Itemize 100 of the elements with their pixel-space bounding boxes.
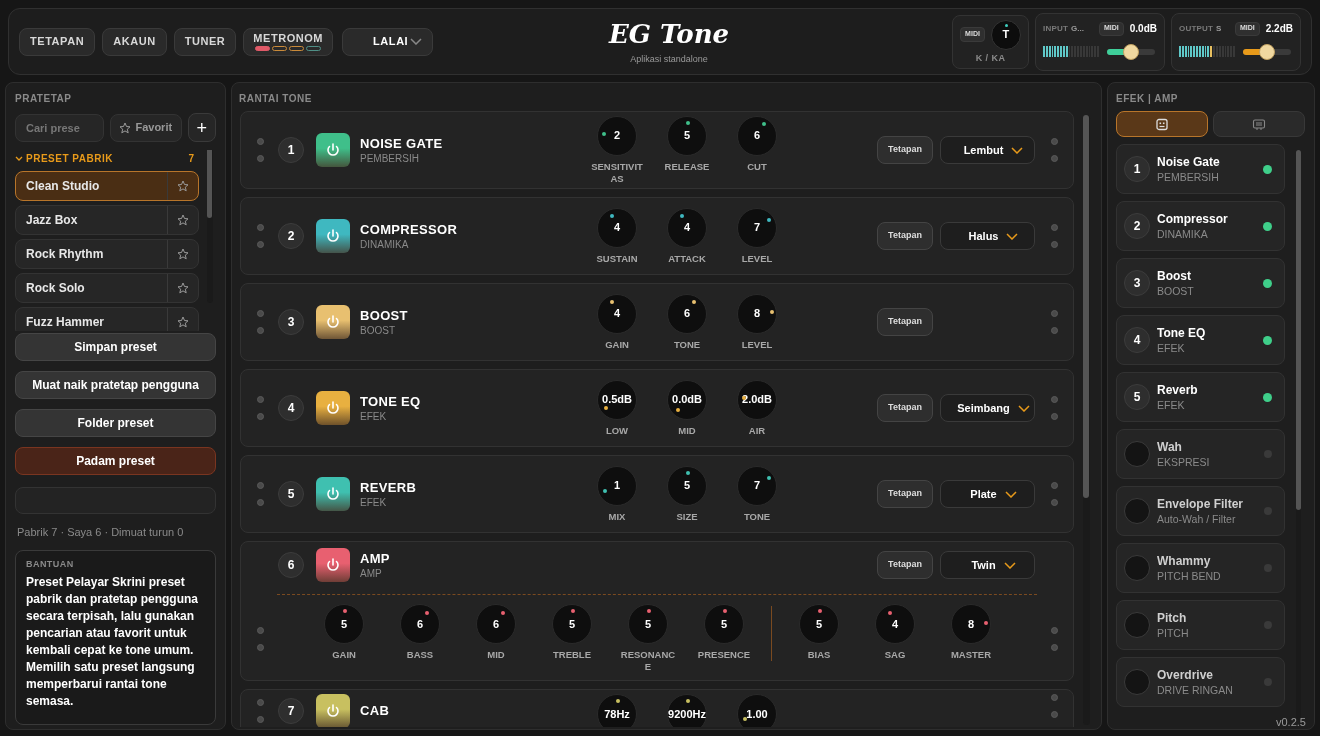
preset-item[interactable]: Rock Rhythm	[15, 239, 199, 269]
preset-button[interactable]: Tetapan	[877, 222, 933, 250]
scrollbar-thumb[interactable]	[1296, 150, 1301, 510]
effect-number: 2	[1124, 213, 1150, 239]
preset-item[interactable]: Jazz Box	[15, 205, 199, 235]
power-button[interactable]	[316, 305, 350, 339]
header-button[interactable]: TETAPAN	[19, 27, 96, 56]
preset-group-header[interactable]: PRESET PABRIK 7	[15, 150, 200, 166]
add-button[interactable]: +	[187, 113, 216, 142]
knob[interactable]: 2	[597, 115, 637, 156]
knob[interactable]: T	[990, 19, 1021, 50]
module-name: REVERB	[360, 479, 417, 496]
effect-item[interactable]: 1 Noise Gate PEMBERSIH	[1116, 144, 1285, 194]
action-button[interactable]: Muat naik pratetap pengguna	[15, 371, 216, 399]
indicator-light	[1050, 413, 1058, 420]
power-button[interactable]	[316, 391, 350, 425]
action-button[interactable]: Padam preset	[15, 447, 216, 475]
knob[interactable]: 6	[476, 604, 516, 644]
action-button[interactable]: Folder preset	[15, 409, 216, 437]
effect-category: Auto-Wah / Filter	[1157, 511, 1237, 526]
scrollbar-thumb[interactable]	[207, 150, 212, 218]
knob[interactable]: 8	[951, 604, 991, 644]
power-button[interactable]	[316, 133, 350, 167]
chevron-down-icon	[1003, 561, 1016, 569]
knob[interactable]: 5	[628, 604, 668, 644]
module-category: AMP	[360, 566, 383, 580]
module-category: BOOST	[360, 323, 396, 337]
header-button[interactable]: TUNER	[173, 27, 237, 56]
preset-item[interactable]: Rock Solo	[15, 273, 199, 303]
effect-item[interactable]: Envelope Filter Auto-Wah / Filter	[1116, 486, 1285, 536]
knob[interactable]: 1.00	[737, 694, 777, 727]
module-name: BOOST	[360, 307, 408, 324]
header-button[interactable]: AKAUN	[102, 27, 167, 56]
knob[interactable]: 5	[704, 604, 744, 644]
action-button[interactable]: Simpan preset	[15, 333, 216, 361]
knob[interactable]: 7	[737, 465, 777, 506]
knob[interactable]: 5	[324, 604, 364, 644]
profile-dropdown[interactable]: LALAI	[342, 27, 434, 56]
knob[interactable]: 4	[875, 604, 915, 644]
variant-dropdown[interactable]: Twin	[940, 551, 1035, 579]
slider-thumb[interactable]	[1123, 43, 1139, 60]
knob[interactable]: 5	[667, 115, 707, 156]
effect-item[interactable]: Pitch PITCH	[1116, 600, 1285, 650]
effect-item[interactable]: Overdrive DRIVE RINGAN	[1116, 657, 1285, 707]
knob[interactable]: 6	[400, 604, 440, 644]
power-button[interactable]	[316, 219, 350, 253]
slider-thumb[interactable]	[1259, 43, 1275, 60]
knob[interactable]: 5	[552, 604, 592, 644]
preset-button[interactable]: Tetapan	[877, 136, 933, 164]
indicator-light	[256, 327, 264, 334]
power-button[interactable]	[316, 548, 350, 582]
knob[interactable]: 78Hz	[597, 694, 637, 727]
knob[interactable]: 6	[667, 293, 707, 334]
module-name: NOISE GATE	[360, 135, 443, 152]
favorites-button[interactable]: Favorit	[110, 113, 182, 142]
effect-item[interactable]: 5 Reverb EFEK	[1116, 372, 1285, 422]
tab[interactable]	[1116, 111, 1208, 137]
slider[interactable]	[1241, 43, 1293, 60]
knob[interactable]: 6	[737, 115, 777, 156]
metronome-button[interactable]: METRONOM	[243, 27, 334, 56]
search-field[interactable]: Cari prese	[15, 113, 104, 142]
slider[interactable]	[1105, 43, 1157, 60]
effect-item[interactable]: Wah EKSPRESI	[1116, 429, 1285, 479]
indicator-light	[256, 643, 264, 651]
knob-label: SUSTAIN	[595, 252, 639, 265]
knob[interactable]: 5	[667, 465, 707, 506]
preset-button[interactable]: Tetapan	[877, 394, 933, 422]
power-button[interactable]	[316, 694, 350, 727]
knob[interactable]: 8	[737, 293, 777, 334]
knob[interactable]: 0.0dB	[667, 379, 707, 420]
preset-button[interactable]: Tetapan	[877, 308, 933, 336]
variant-dropdown[interactable]: Plate	[940, 480, 1035, 508]
preset-button[interactable]: Tetapan	[877, 480, 933, 508]
power-icon	[325, 228, 341, 244]
variant-dropdown[interactable]: Lembut	[940, 136, 1035, 164]
knob[interactable]: 4	[667, 207, 707, 248]
effect-item[interactable]: 4 Tone EQ EFEK	[1116, 315, 1285, 365]
preset-item[interactable]: Clean Studio	[15, 171, 199, 201]
variant-dropdown[interactable]: Halus	[940, 222, 1035, 250]
knob[interactable]: 4	[597, 207, 637, 248]
knob[interactable]: 7	[737, 207, 777, 248]
knob[interactable]: 2.0dB	[737, 379, 777, 420]
power-button[interactable]	[316, 477, 350, 511]
preset-item[interactable]: Fuzz Hammer	[15, 307, 199, 331]
knob-label: GAIN	[331, 649, 357, 661]
knob[interactable]: 9200Hz	[667, 694, 707, 727]
knob[interactable]: 1	[597, 465, 637, 506]
knob[interactable]: 4	[597, 293, 637, 334]
variant-dropdown[interactable]: Seimbang	[940, 394, 1035, 422]
knob[interactable]: 5	[799, 604, 839, 644]
effect-item[interactable]: Whammy PITCH BEND	[1116, 543, 1285, 593]
knob-label: AIR	[747, 424, 767, 437]
effect-item[interactable]: 3 Boost BOOST	[1116, 258, 1285, 308]
preset-button[interactable]: Tetapan	[877, 551, 933, 579]
knob-label: CUT	[746, 160, 768, 173]
effect-item[interactable]: 2 Compressor DINAMIKA	[1116, 201, 1285, 251]
knob[interactable]: 0.5dB	[597, 379, 637, 420]
scrollbar-thumb[interactable]	[1083, 115, 1089, 498]
knob-label: LOW	[604, 424, 630, 437]
indicator-light	[256, 241, 264, 248]
